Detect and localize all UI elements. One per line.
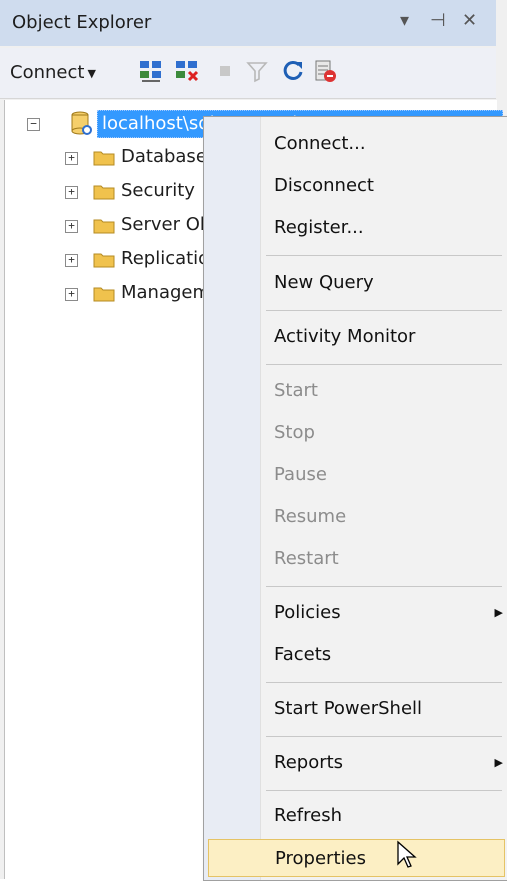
activity-monitor-icon[interactable] [312,58,338,84]
object-explorer-toolbar: Connect ▼ [0,48,496,99]
object-explorer-titlebar: Object Explorer ▾ ⊣ ✕ [0,0,496,46]
close-icon[interactable]: ✕ [462,10,477,31]
menu-item-refresh[interactable]: Refresh [262,797,507,835]
menu-item-new-query[interactable]: New Query [262,264,507,302]
menu-item-start-powershell[interactable]: Start PowerShell [262,690,507,728]
pin-icon[interactable]: ⊣ [430,10,446,31]
menu-separator [266,255,502,256]
server-context-menu: Connect... Disconnect Register... New Qu… [203,116,507,881]
menu-item-properties[interactable]: Properties [208,839,505,877]
menu-separator [266,682,502,683]
server-icon [71,111,92,135]
tree-item-label: Databases [121,146,217,167]
menu-item-policies[interactable]: Policies ▶ [262,594,507,632]
menu-separator [266,790,502,791]
panel-title: Object Explorer [12,12,152,33]
menu-item-register[interactable]: Register... [262,209,507,247]
expand-icon[interactable]: + [65,186,78,199]
menu-item-reports[interactable]: Reports ▶ [262,744,507,782]
menu-item-pause: Pause [274,464,327,485]
menu-separator [266,310,502,311]
folder-icon [93,219,115,234]
mouse-cursor-icon [397,840,417,868]
expand-icon[interactable]: + [65,152,78,165]
menu-item-activity-monitor[interactable]: Activity Monitor [262,318,507,356]
menu-separator [266,586,502,587]
menu-gutter [204,117,261,880]
tree-item-label: Security [121,180,195,201]
menu-separator [266,364,502,365]
dropdown-icon[interactable]: ▾ [400,10,409,31]
menu-item-start: Start [274,380,318,401]
menu-item-facets[interactable]: Facets [262,636,507,674]
disconnect-icon[interactable] [174,58,200,84]
submenu-arrow-icon: ▶ [494,606,503,619]
refresh-icon[interactable] [280,58,306,84]
menu-separator [266,736,502,737]
expand-icon[interactable]: + [65,288,78,301]
connect-button[interactable]: Connect ▼ [10,62,96,83]
filter-icon [246,62,268,83]
folder-icon [93,253,115,268]
menu-item-label: Reports [274,752,344,773]
menu-item-stop: Stop [274,422,315,443]
folder-icon [93,185,115,200]
connect-server-icon[interactable] [138,58,164,84]
menu-item-label: Policies [274,602,341,623]
stop-icon [220,66,230,76]
menu-item-restart: Restart [274,548,339,569]
menu-item-connect[interactable]: Connect... [262,125,507,163]
expand-icon[interactable]: + [65,254,78,267]
chevron-down-icon: ▼ [87,66,96,80]
menu-item-disconnect[interactable]: Disconnect [262,167,507,205]
submenu-arrow-icon: ▶ [494,756,503,769]
expand-icon[interactable]: + [65,220,78,233]
collapse-icon[interactable]: − [27,118,40,131]
folder-icon [93,151,115,166]
folder-icon [93,287,115,302]
connect-label: Connect [10,62,85,83]
menu-item-resume: Resume [274,506,347,527]
